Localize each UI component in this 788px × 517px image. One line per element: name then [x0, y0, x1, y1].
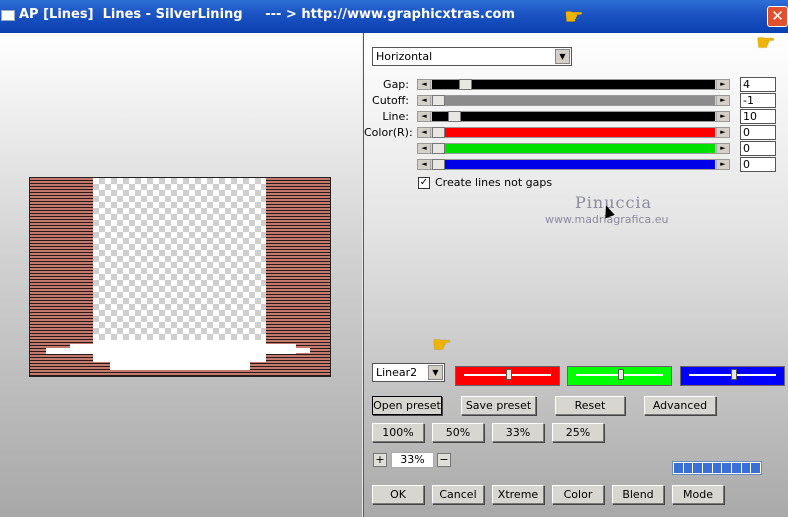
advanced-button[interactable]: Advanced [644, 396, 716, 415]
slider-track[interactable]: ◄ ► [417, 143, 730, 154]
arrow-left-icon[interactable]: ◄ [418, 144, 431, 153]
color-swatch[interactable] [567, 366, 672, 386]
slider-track[interactable]: ◄ ► [417, 111, 730, 122]
ragged-edge [288, 348, 310, 353]
open-preset-button[interactable]: Open preset [372, 396, 442, 415]
progress-bar [672, 461, 762, 475]
arrow-right-icon[interactable]: ► [716, 160, 729, 169]
slider-fill [432, 112, 715, 121]
reset-button[interactable]: Reset [555, 396, 625, 415]
chevron-down-icon: ▼ [555, 49, 570, 64]
progress-segment [693, 463, 703, 473]
arrow-left-icon[interactable]: ◄ [418, 128, 431, 137]
cancel-button[interactable]: Cancel [432, 485, 484, 504]
color-swatch[interactable] [455, 366, 560, 386]
close-button[interactable]: ✕ [767, 6, 788, 27]
progress-segment [683, 463, 693, 473]
hand-pointer-icon: ☛ [756, 31, 776, 56]
slider-track[interactable]: ◄ ► [417, 159, 730, 170]
progress-segment [722, 463, 732, 473]
swatch-slider-knob[interactable] [618, 369, 624, 380]
slider-value-input[interactable]: 10 [740, 109, 776, 124]
blend-mode-select[interactable]: Linear2 ▼ [372, 363, 445, 382]
slider-fill [432, 80, 715, 89]
preview-panel [0, 33, 363, 517]
window-title: AP [Lines] Lines - SilverLining --- > ht… [19, 7, 516, 22]
app-icon [1, 10, 15, 21]
arrow-left-icon[interactable]: ◄ [418, 160, 431, 169]
slider-value-input[interactable]: 0 [740, 141, 776, 156]
xtreme-button[interactable]: Xtreme [492, 485, 544, 504]
chevron-down-icon: ▼ [428, 365, 443, 380]
slider-value-input[interactable]: 4 [740, 77, 776, 92]
slider-thumb[interactable] [432, 127, 445, 138]
progress-segment [741, 463, 751, 473]
slider-fill [432, 144, 715, 153]
arrow-right-icon[interactable]: ► [716, 80, 729, 89]
slider-track[interactable]: ◄ ► [417, 95, 730, 106]
ok-button[interactable]: OK [372, 485, 424, 504]
progress-segment [674, 463, 683, 473]
direction-select-value: Horizontal [376, 50, 433, 63]
slider-value-input[interactable]: 0 [740, 157, 776, 172]
progress-segment [712, 463, 722, 473]
swatch-slider-knob[interactable] [731, 369, 737, 380]
slider-thumb[interactable] [432, 95, 445, 106]
arrow-left-icon[interactable]: ◄ [418, 80, 431, 89]
zoom-out-button[interactable]: − [437, 453, 451, 467]
arrow-left-icon[interactable]: ◄ [418, 96, 431, 105]
ragged-edge [93, 340, 266, 362]
arrow-right-icon[interactable]: ► [716, 112, 729, 121]
transparent-area [93, 178, 266, 344]
slider-thumb[interactable] [432, 159, 445, 170]
blend-mode-value: Linear2 [376, 366, 418, 379]
blend-button[interactable]: Blend [612, 485, 664, 504]
slider-track[interactable]: ◄ ► [417, 79, 730, 90]
arrow-right-icon[interactable]: ► [716, 96, 729, 105]
slider-value-input[interactable]: 0 [740, 125, 776, 140]
color-swatch[interactable] [680, 366, 785, 386]
arrow-left-icon[interactable]: ◄ [418, 112, 431, 121]
slider-label: Color(R): [364, 126, 413, 139]
slider-thumb[interactable] [459, 79, 472, 90]
slider-label: Gap: [383, 78, 409, 91]
settings-panel: ☛ ☛ Horizontal ▼ Gap: ◄ ► 4 Cutoff: ◄ ► -1 Line:… [364, 7, 788, 517]
slider-value-input[interactable]: -1 [740, 93, 776, 108]
zoom-50-button[interactable]: 50% [432, 423, 484, 442]
slider-fill [432, 160, 715, 169]
title-bar: AP [Lines] Lines - SilverLining --- > ht… [0, 0, 788, 33]
watermark-name: Pinuccia [575, 193, 653, 212]
slider-thumb[interactable] [432, 143, 445, 154]
zoom-in-button[interactable]: + [373, 453, 387, 467]
create-lines-label: Create lines not gaps [435, 176, 553, 189]
preview-image[interactable] [29, 177, 331, 377]
direction-select[interactable]: Horizontal ▼ [372, 47, 572, 66]
slider-fill [432, 128, 715, 137]
ragged-edge [110, 362, 250, 370]
mode-button[interactable]: Mode [672, 485, 724, 504]
swatch-slider-knob[interactable] [506, 369, 512, 380]
slider-fill [432, 96, 715, 105]
zoom-25-button[interactable]: 25% [552, 423, 604, 442]
slider-thumb[interactable] [448, 111, 461, 122]
create-lines-checkbox[interactable]: ✓ [418, 177, 430, 189]
progress-segment [703, 463, 712, 473]
save-preset-button[interactable]: Save preset [461, 396, 536, 415]
slider-label: Cutoff: [372, 94, 409, 107]
progress-segment [751, 463, 761, 473]
hand-pointer-icon: ☛ [432, 333, 452, 358]
progress-segment [732, 463, 741, 473]
hand-pointer-icon: ☛ [564, 5, 584, 30]
slider-track[interactable]: ◄ ► [417, 127, 730, 138]
zoom-value: 33% [391, 452, 434, 468]
arrow-right-icon[interactable]: ► [716, 144, 729, 153]
arrow-right-icon[interactable]: ► [716, 128, 729, 137]
zoom-100-button[interactable]: 100% [372, 423, 424, 442]
slider-label: Line: [382, 110, 409, 123]
color-button[interactable]: Color [552, 485, 604, 504]
zoom-33-button[interactable]: 33% [492, 423, 544, 442]
